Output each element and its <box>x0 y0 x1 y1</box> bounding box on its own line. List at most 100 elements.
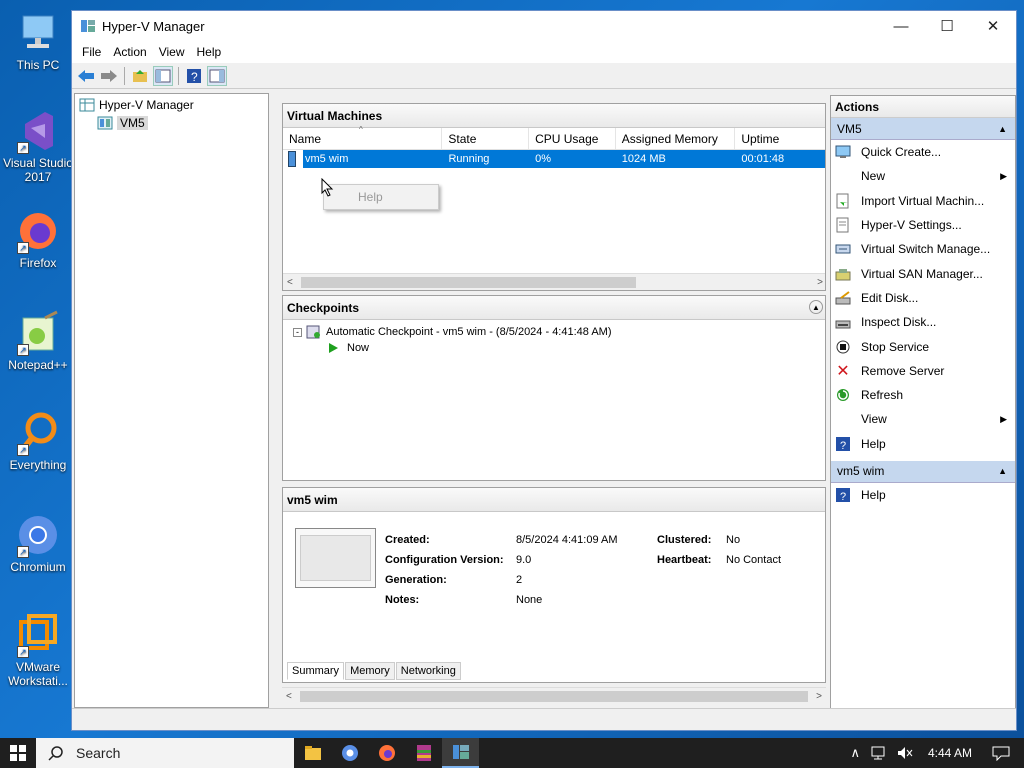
desktop-icon-visual-studio[interactable]: ↗ Visual Studio 2017 <box>2 108 74 184</box>
notepad-plus-icon: ↗ <box>15 310 61 356</box>
center-horizontal-scrollbar[interactable]: < > <box>282 687 826 704</box>
details-panel: vm5 wim Created: Configuration Version: … <box>282 487 826 683</box>
tab-networking[interactable]: Networking <box>395 662 461 680</box>
checkpoint-item[interactable]: - Automatic Checkpoint - vm5 wim - (8/5/… <box>283 324 825 340</box>
action-import-vm[interactable]: Import Virtual Machin... <box>831 189 1015 213</box>
action-virtual-san[interactable]: Virtual SAN Manager... <box>831 261 1015 285</box>
desktop-icon-this-pc[interactable]: This PC <box>2 10 74 72</box>
taskbar-winrar[interactable] <box>405 738 442 768</box>
scroll-right-icon[interactable]: > <box>816 691 822 702</box>
scroll-right-icon[interactable]: > <box>817 277 823 288</box>
scroll-thumb[interactable] <box>300 691 808 702</box>
network-icon[interactable] <box>870 745 888 761</box>
menu-view[interactable]: View <box>153 45 191 59</box>
col-cpu[interactable]: CPU Usage <box>529 128 616 149</box>
tray-overflow-icon[interactable]: ∧ <box>850 745 860 761</box>
col-state[interactable]: State <box>442 128 530 149</box>
menu-action[interactable]: Action <box>107 45 152 59</box>
taskbar-search-box[interactable]: Search <box>36 738 294 768</box>
actions-group-vm5-wim[interactable]: vm5 wim ▲ <box>831 460 1015 483</box>
up-folder-button[interactable] <box>130 66 150 86</box>
desktop-icon-chromium[interactable]: ↗ Chromium <box>2 512 74 574</box>
actions-group-vm5[interactable]: VM5 ▲ <box>831 118 1015 140</box>
taskbar: Search ∧ 4:44 AM <box>0 738 1024 768</box>
scroll-thumb[interactable] <box>301 277 636 288</box>
action-quick-create[interactable]: Quick Create... <box>831 140 1015 164</box>
play-icon <box>329 343 338 353</box>
desktop-icon-everything[interactable]: ↗ Everything <box>2 410 74 472</box>
col-name[interactable]: Name ^ <box>283 125 443 149</box>
tab-summary[interactable]: Summary <box>287 662 345 680</box>
tree-node-vm5[interactable]: VM5 <box>75 114 268 132</box>
quick-create-icon <box>835 144 851 160</box>
hyperv-manager-window: Hyper-V Manager — ☐ ✕ File Action View H… <box>71 10 1017 731</box>
vm-thumbnail <box>295 528 376 588</box>
action-help[interactable]: ? Help <box>831 432 1015 456</box>
arrow-left-icon <box>78 69 94 82</box>
vm-row[interactable]: vm5 wim Running 0% 1024 MB 00:01:48 <box>283 150 825 168</box>
show-hide-tree-button[interactable] <box>153 65 173 86</box>
action-stop-service[interactable]: Stop Service <box>831 334 1015 358</box>
taskbar-firefox[interactable] <box>368 738 405 768</box>
heartbeat-value: No Contact <box>726 554 782 566</box>
title-bar[interactable]: Hyper-V Manager — ☐ ✕ <box>72 11 1016 41</box>
action-virtual-switch[interactable]: Virtual Switch Manage... <box>831 237 1015 261</box>
notification-icon[interactable] <box>992 745 1010 761</box>
virtual-switch-icon <box>835 241 851 257</box>
clock[interactable]: 4:44 AM <box>928 746 972 760</box>
menu-bar: File Action View Help <box>72 41 1016 63</box>
action-hyperv-settings[interactable]: Hyper-V Settings... <box>831 213 1015 237</box>
tree-root[interactable]: Hyper-V Manager <box>75 96 268 114</box>
action-remove-server[interactable]: ✕ Remove Server <box>831 359 1015 383</box>
col-memory[interactable]: Assigned Memory <box>616 128 736 149</box>
action-refresh[interactable]: Refresh <box>831 383 1015 407</box>
show-hide-action-pane-button[interactable] <box>207 65 227 86</box>
col-uptime[interactable]: Uptime <box>735 128 825 149</box>
action-edit-disk[interactable]: Edit Disk... <box>831 286 1015 310</box>
menu-file[interactable]: File <box>76 45 107 59</box>
context-menu-help[interactable]: Help <box>323 184 439 210</box>
actions-title: Actions <box>831 96 1015 118</box>
taskbar-hyperv-manager[interactable] <box>442 738 479 768</box>
collapse-icon[interactable]: ▲ <box>809 300 823 314</box>
checkpoint-icon <box>306 325 320 339</box>
forward-button[interactable] <box>99 66 119 86</box>
taskbar-chromium[interactable] <box>331 738 368 768</box>
action-vm-help[interactable]: ? Help <box>831 483 1015 507</box>
taskbar-file-explorer[interactable] <box>294 738 331 768</box>
search-icon <box>48 746 63 761</box>
help-button[interactable]: ? <box>184 66 204 86</box>
submenu-arrow-icon: ▶ <box>1000 413 1007 424</box>
minimize-button[interactable]: — <box>878 11 924 41</box>
tab-memory[interactable]: Memory <box>345 662 395 680</box>
search-placeholder: Search <box>76 745 121 761</box>
collapse-icon[interactable]: ▲ <box>998 466 1007 476</box>
maximize-button[interactable]: ☐ <box>924 11 970 41</box>
collapse-icon[interactable]: ▲ <box>998 124 1007 134</box>
tree-collapse-icon[interactable]: - <box>293 327 302 337</box>
volume-muted-icon[interactable] <box>896 745 914 761</box>
desktop-icon-vmware[interactable]: ↗ VMware Workstati... <box>2 612 74 688</box>
checkpoint-now[interactable]: Now <box>283 340 825 356</box>
vm-horizontal-scrollbar[interactable]: < > <box>283 273 825 290</box>
start-button[interactable] <box>0 738 36 768</box>
action-inspect-disk[interactable]: Inspect Disk... <box>831 310 1015 334</box>
close-button[interactable]: ✕ <box>970 11 1016 41</box>
back-button[interactable] <box>76 66 96 86</box>
console-tree-icon <box>155 69 171 82</box>
scroll-left-icon[interactable]: < <box>286 691 292 702</box>
desktop-icon-notepad-plus[interactable]: ↗ Notepad++ <box>2 310 74 372</box>
desktop-icon-firefox[interactable]: ↗ Firefox <box>2 208 74 270</box>
arrow-right-icon <box>101 69 117 82</box>
menu-help[interactable]: Help <box>191 45 228 59</box>
action-new[interactable]: New ▶ <box>831 164 1015 188</box>
scroll-left-icon[interactable]: < <box>287 277 293 288</box>
tree-node-label: VM5 <box>117 116 148 130</box>
action-view[interactable]: View ▶ <box>831 407 1015 431</box>
shortcut-arrow-icon: ↗ <box>17 546 29 558</box>
vm-state: Running <box>448 153 490 165</box>
desktop-icon-label: VMware Workstati... <box>8 660 68 688</box>
checkpoint-label: Automatic Checkpoint - vm5 wim - (8/5/20… <box>326 326 612 338</box>
hyperv-manager-icon <box>79 98 95 112</box>
heartbeat-label: Heartbeat: <box>657 554 712 566</box>
